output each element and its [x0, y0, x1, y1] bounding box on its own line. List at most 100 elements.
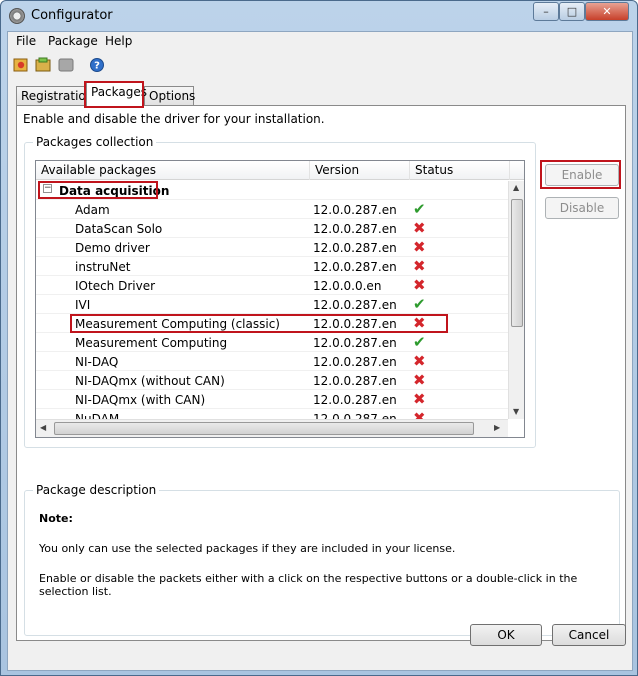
package-row[interactable]: Measurement Computing 12.0.0.287.en ✔	[36, 333, 508, 352]
scroll-right-icon[interactable]: ▶	[494, 423, 500, 432]
package-name: instruNet	[75, 260, 131, 274]
package-name: Demo driver	[75, 241, 150, 255]
package-version: 12.0.0.287.en	[313, 393, 397, 407]
description-line-1: You only can use the selected packages i…	[39, 542, 456, 555]
cross-icon: ✖	[413, 238, 426, 256]
package-row[interactable]: Adam 12.0.0.287.en ✔	[36, 200, 508, 219]
description-line-2: Enable or disable the packets either wit…	[39, 572, 578, 598]
ok-button[interactable]: OK	[470, 624, 542, 646]
package-description-group: Package description Note: You only can u…	[24, 483, 620, 636]
cross-icon: ✖	[413, 257, 426, 275]
scroll-up-icon[interactable]: ▲	[513, 183, 519, 192]
package-row[interactable]: Measurement Computing (classic) 12.0.0.28…	[36, 314, 508, 333]
vertical-scroll-thumb[interactable]	[511, 199, 523, 327]
tab-packages[interactable]: Packages	[86, 82, 147, 106]
configurator-window: Configurator – □ ✕ File Package Help ? R…	[0, 0, 638, 676]
package-icon[interactable]	[34, 56, 52, 74]
menu-package[interactable]: Package	[48, 34, 98, 48]
window-title: Configurator	[31, 8, 113, 23]
cross-icon: ✖	[413, 390, 426, 408]
packages-collection-group: Packages collection Available packages V…	[24, 135, 536, 448]
minimize-button[interactable]: –	[533, 2, 559, 21]
package-version: 12.0.0.287.en	[313, 374, 397, 388]
package-row[interactable]: NI-DAQ 12.0.0.287.en ✖	[36, 352, 508, 371]
cross-icon: ✖	[413, 314, 426, 332]
group-row-data-acquisition[interactable]: − Data acquisition	[36, 181, 508, 200]
package-version: 12.0.0.287.en	[313, 260, 397, 274]
menu-file[interactable]: File	[16, 34, 36, 48]
client-area: File Package Help ? Registration Package…	[7, 31, 633, 671]
intro-text: Enable and disable the driver for your i…	[23, 112, 325, 126]
package-name: NI-DAQmx (with CAN)	[75, 393, 206, 407]
col-available-packages[interactable]: Available packages	[36, 161, 310, 180]
col-version[interactable]: Version	[310, 161, 410, 180]
cancel-button[interactable]: Cancel	[552, 624, 626, 646]
checkmark-icon: ✔	[413, 200, 426, 218]
package-row[interactable]: NI-DAQmx (without CAN) 12.0.0.287.en ✖	[36, 371, 508, 390]
cross-icon: ✖	[413, 352, 426, 370]
scroll-down-icon[interactable]: ▼	[513, 407, 519, 416]
col-status[interactable]: Status	[410, 161, 510, 180]
package-name: IVI	[75, 298, 91, 312]
package-version: 12.0.0.287.en	[313, 412, 397, 419]
packages-collection-title: Packages collection	[33, 135, 157, 149]
package-row[interactable]: NI-DAQmx (with CAN) 12.0.0.287.en ✖	[36, 390, 508, 409]
package-name: Adam	[75, 203, 110, 217]
package-name: NuDAM	[75, 412, 120, 419]
cross-icon: ✖	[413, 371, 426, 389]
cross-icon: ✖	[413, 219, 426, 237]
menu-help[interactable]: Help	[105, 34, 132, 48]
disable-button[interactable]: Disable	[545, 197, 619, 219]
package-name: IOtech Driver	[75, 279, 156, 293]
package-name: Measurement Computing	[75, 336, 228, 350]
package-row[interactable]: IVI 12.0.0.287.en ✔	[36, 295, 508, 314]
group-label: Data acquisition	[59, 184, 170, 198]
package-name: Measurement Computing (classic)	[75, 317, 280, 331]
enable-button[interactable]: Enable	[545, 164, 619, 186]
package-version: 12.0.0.287.en	[313, 336, 397, 350]
package-version: 12.0.0.0.en	[313, 279, 382, 293]
cross-icon: ✖	[413, 276, 426, 294]
package-version: 12.0.0.287.en	[313, 298, 397, 312]
package-version: 12.0.0.287.en	[313, 355, 397, 369]
packages-panel: Enable and disable the driver for your i…	[16, 105, 626, 641]
package-version: 12.0.0.287.en	[313, 317, 397, 331]
note-label: Note:	[39, 512, 73, 525]
gear-icon	[9, 8, 25, 24]
tab-options[interactable]: Options	[144, 86, 195, 106]
horizontal-scroll-thumb[interactable]	[54, 422, 474, 435]
package-description-title: Package description	[33, 483, 160, 497]
package-version: 12.0.0.287.en	[313, 241, 397, 255]
package-row[interactable]: Demo driver 12.0.0.287.en ✖	[36, 238, 508, 257]
grey-block-icon[interactable]	[57, 56, 75, 74]
package-name: NI-DAQmx (without CAN)	[75, 374, 225, 388]
flag-icon[interactable]	[12, 56, 30, 74]
scroll-left-icon[interactable]: ◀	[40, 423, 46, 432]
checkmark-icon: ✔	[413, 295, 426, 313]
toolbar: ?	[8, 53, 632, 77]
help-icon[interactable]: ?	[88, 56, 106, 74]
menu-bar: File Package Help	[8, 32, 632, 52]
package-row[interactable]: DataScan Solo 12.0.0.287.en ✖	[36, 219, 508, 238]
package-name: DataScan Solo	[75, 222, 163, 236]
horizontal-scrollbar[interactable]: ◀ ▶	[36, 419, 508, 437]
close-button[interactable]: ✕	[585, 2, 629, 21]
tab-strip: Registration Packages Options	[16, 82, 626, 106]
vertical-scrollbar[interactable]: ▲ ▼	[508, 181, 524, 419]
list-body: − Data acquisition Adam 12.0.0.287.en ✔ Dat…	[36, 181, 508, 419]
collapse-icon[interactable]: −	[43, 184, 52, 193]
package-row[interactable]: instruNet 12.0.0.287.en ✖	[36, 257, 508, 276]
list-header: Available packages Version Status	[36, 161, 524, 180]
packages-list[interactable]: Available packages Version Status − Data…	[35, 160, 525, 438]
checkmark-icon: ✔	[413, 333, 426, 351]
package-row[interactable]: IOtech Driver 12.0.0.0.en ✖	[36, 276, 508, 295]
package-version: 12.0.0.287.en	[313, 222, 397, 236]
title-bar[interactable]: Configurator – □ ✕	[1, 1, 637, 31]
svg-text:?: ?	[94, 61, 100, 72]
tab-registration[interactable]: Registration	[16, 86, 93, 106]
package-row[interactable]: NuDAM 12.0.0.287.en ✖	[36, 409, 508, 419]
package-version: 12.0.0.287.en	[313, 203, 397, 217]
package-name: NI-DAQ	[75, 355, 119, 369]
cross-icon: ✖	[413, 409, 426, 419]
maximize-button[interactable]: □	[559, 2, 585, 21]
